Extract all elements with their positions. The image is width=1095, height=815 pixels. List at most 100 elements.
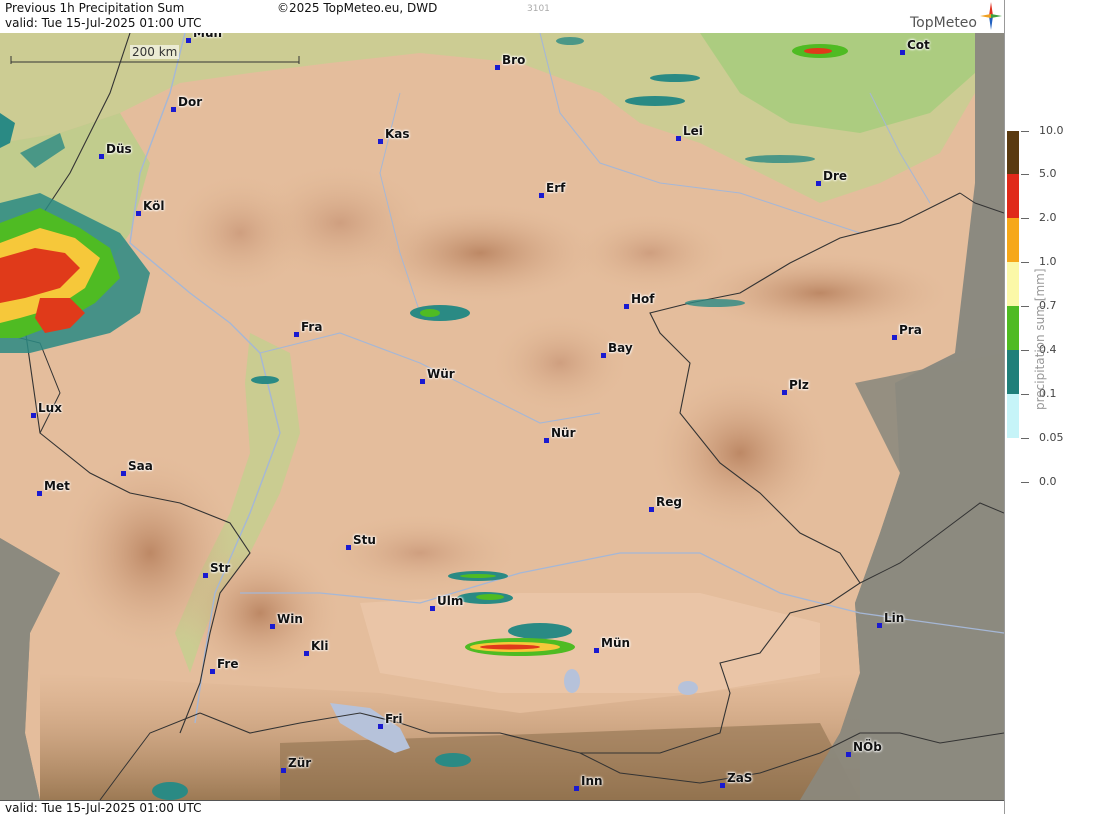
city-marker	[420, 379, 425, 384]
city-marker	[495, 65, 500, 70]
legend-tick	[1021, 482, 1029, 483]
legend-swatch	[1007, 174, 1019, 218]
scale-bar: 200 km	[10, 45, 300, 64]
city-label: Lux	[38, 401, 62, 415]
city-marker	[31, 413, 36, 418]
city-marker	[378, 724, 383, 729]
legend-label: 0.0	[1039, 475, 1057, 488]
city-marker	[270, 624, 275, 629]
legend-tick	[1021, 438, 1029, 439]
city-label: Inn	[581, 774, 603, 788]
footer-bar: valid: Tue 15-Jul-2025 01:00 UTC	[0, 800, 1004, 815]
city-marker	[676, 136, 681, 141]
legend-label: 10.0	[1039, 124, 1064, 137]
terrain-map	[0, 33, 1004, 800]
city-marker	[378, 139, 383, 144]
city-label: Cot	[907, 38, 930, 52]
city-label: Lei	[683, 124, 703, 138]
legend-swatch	[1007, 350, 1019, 394]
city-marker	[601, 353, 606, 358]
city-marker	[210, 669, 215, 674]
scale-bar-label: 200 km	[130, 45, 180, 59]
city-label: Ulm	[437, 594, 464, 608]
city-label: Nür	[551, 426, 576, 440]
city-marker	[304, 651, 309, 656]
city-label: NÖb	[853, 740, 882, 754]
city-label: Köl	[143, 199, 165, 213]
legend-tick	[1021, 174, 1029, 175]
legend-panel: 10.0 5.0 2.0 1.0 0.7 0.4 0.1 0.05 0.0 precipitat…	[1004, 0, 1095, 814]
city-label: Bro	[502, 53, 526, 67]
city-label: Stu	[353, 533, 376, 547]
legend-swatch	[1007, 306, 1019, 350]
compass-icon	[980, 2, 1002, 30]
city-marker	[574, 786, 579, 791]
city-marker	[99, 154, 104, 159]
map-area[interactable]: 200 km Mün Bro Cot Dor Kas Lei Düs Dre Erf Köl Hof…	[0, 33, 1004, 800]
city-marker	[346, 545, 351, 550]
city-marker	[594, 648, 599, 653]
legend-swatch	[1007, 394, 1019, 438]
city-marker	[37, 491, 42, 496]
city-label: Reg	[656, 495, 682, 509]
city-marker	[186, 38, 191, 43]
city-marker	[203, 573, 208, 578]
valid-time: valid: Tue 15-Jul-2025 01:00 UTC	[5, 16, 202, 30]
city-marker	[430, 606, 435, 611]
city-label: Zür	[288, 756, 312, 770]
city-label: Mün	[193, 33, 223, 40]
legend-title: precipitation sum [mm]	[1033, 268, 1047, 410]
city-label: Fri	[385, 712, 403, 726]
legend-label: 0.05	[1039, 431, 1064, 444]
city-marker	[544, 438, 549, 443]
city-marker	[171, 107, 176, 112]
city-label: Saa	[128, 459, 153, 473]
legend-label: 5.0	[1039, 167, 1057, 180]
map-title: Previous 1h Precipitation Sum	[5, 1, 185, 15]
legend-tick	[1021, 306, 1029, 307]
city-label: Pra	[899, 323, 922, 337]
city-label: Wür	[427, 367, 455, 381]
legend-label: 1.0	[1039, 255, 1057, 268]
city-marker	[136, 211, 141, 216]
city-label: Dor	[178, 95, 203, 109]
footer-valid-time: valid: Tue 15-Jul-2025 01:00 UTC	[5, 801, 202, 815]
header-bar: Previous 1h Precipitation Sum valid: Tue…	[0, 0, 1004, 33]
legend-swatch	[1007, 131, 1019, 175]
city-label: Kli	[311, 639, 329, 653]
copyright-text: ©2025 TopMeteo.eu, DWD	[277, 1, 438, 15]
city-marker	[892, 335, 897, 340]
city-label: ZaS	[727, 771, 753, 785]
city-marker	[281, 768, 286, 773]
city-label: Met	[44, 479, 70, 493]
city-label: Kas	[385, 127, 410, 141]
brand-logo-text: TopMeteo	[910, 15, 977, 31]
legend-tick	[1021, 394, 1029, 395]
city-marker	[846, 752, 851, 757]
city-marker	[539, 193, 544, 198]
city-marker	[624, 304, 629, 309]
city-label: Düs	[106, 142, 132, 156]
city-marker	[816, 181, 821, 186]
city-marker	[121, 471, 126, 476]
legend-tick	[1021, 218, 1029, 219]
legend-tick	[1021, 262, 1029, 263]
legend-swatch	[1007, 218, 1019, 262]
city-label: Dre	[823, 169, 848, 183]
city-marker	[782, 390, 787, 395]
city-label: Win	[277, 612, 303, 626]
city-label: Plz	[789, 378, 809, 392]
legend-label: 2.0	[1039, 211, 1057, 224]
city-marker	[294, 332, 299, 337]
city-label: Mün	[601, 636, 631, 650]
city-label: Hof	[631, 292, 655, 306]
city-label: Str	[210, 561, 231, 575]
legend-swatch	[1007, 262, 1019, 306]
city-label: Erf	[546, 181, 566, 195]
city-label: Fre	[217, 657, 239, 671]
map-code: 3101	[527, 4, 550, 14]
city-marker	[649, 507, 654, 512]
city-marker	[877, 623, 882, 628]
city-label: Lin	[884, 611, 905, 625]
city-marker	[720, 783, 725, 788]
